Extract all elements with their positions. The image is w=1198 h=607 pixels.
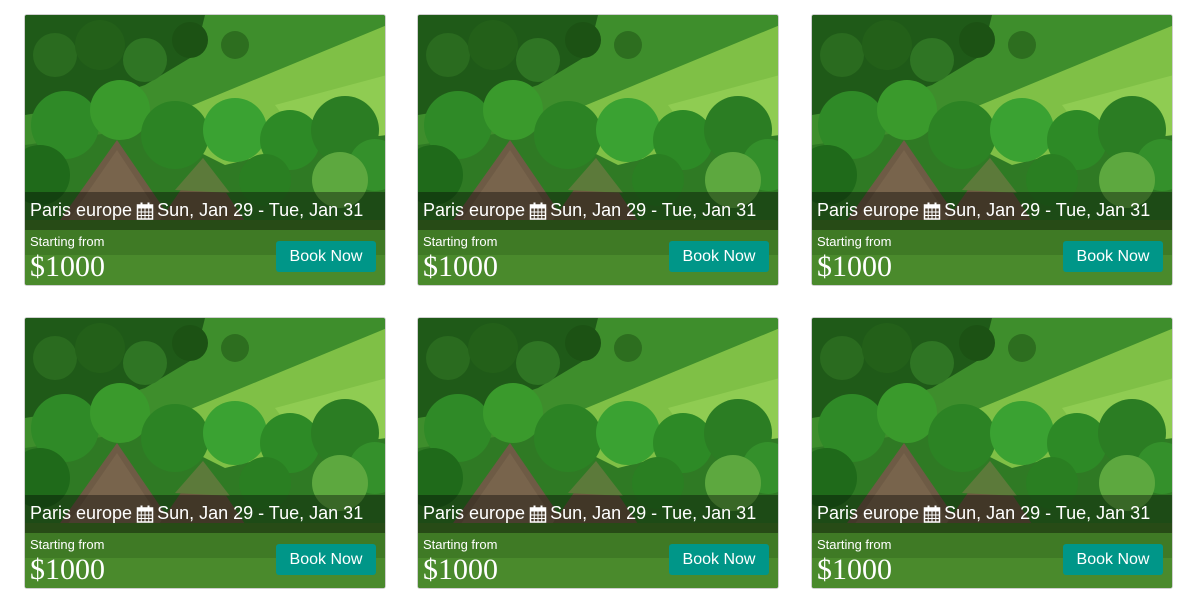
book-now-button[interactable]: Book Now: [276, 544, 376, 575]
starting-from-label: Starting from: [817, 537, 892, 552]
trip-summary: Paris europe Sun, Jan 29 - Tue, Jan 31: [423, 503, 756, 524]
book-now-button[interactable]: Book Now: [669, 544, 769, 575]
tour-card: Paris europe Sun, Jan 29 - Tue, Jan 31 S…: [417, 14, 779, 286]
tour-card: Paris europe Sun, Jan 29 - Tue, Jan 31 S…: [811, 14, 1173, 286]
tour-card: Paris europe Sun, Jan 29 - Tue, Jan 31 S…: [811, 317, 1173, 589]
book-now-button[interactable]: Book Now: [1063, 544, 1163, 575]
date-range: Sun, Jan 29 - Tue, Jan 31: [944, 200, 1151, 220]
date-range: Sun, Jan 29 - Tue, Jan 31: [944, 503, 1151, 523]
destination-label: Paris europe: [817, 200, 920, 220]
destination-label: Paris europe: [817, 503, 920, 523]
price: $1000: [423, 250, 498, 283]
price: $1000: [30, 553, 105, 586]
calendar-icon: [529, 505, 547, 523]
destination-label: Paris europe: [423, 503, 526, 523]
price: $1000: [30, 250, 105, 283]
tour-card: Paris europe Sun, Jan 29 - Tue, Jan 31 S…: [24, 14, 386, 286]
date-range: Sun, Jan 29 - Tue, Jan 31: [157, 200, 364, 220]
destination-label: Paris europe: [30, 200, 133, 220]
calendar-icon: [529, 202, 547, 220]
date-range: Sun, Jan 29 - Tue, Jan 31: [550, 200, 757, 220]
price: $1000: [423, 553, 498, 586]
book-now-button[interactable]: Book Now: [276, 241, 376, 272]
book-now-button[interactable]: Book Now: [669, 241, 769, 272]
destination-label: Paris europe: [423, 200, 526, 220]
calendar-icon: [136, 505, 154, 523]
tour-card: Paris europe Sun, Jan 29 - Tue, Jan 31 S…: [24, 317, 386, 589]
starting-from-label: Starting from: [30, 537, 105, 552]
date-range: Sun, Jan 29 - Tue, Jan 31: [550, 503, 757, 523]
trip-summary: Paris europe Sun, Jan 29 - Tue, Jan 31: [423, 200, 756, 221]
starting-from-label: Starting from: [817, 234, 892, 249]
starting-from-label: Starting from: [30, 234, 105, 249]
trip-summary: Paris europe Sun, Jan 29 - Tue, Jan 31: [817, 503, 1150, 524]
trip-summary: Paris europe Sun, Jan 29 - Tue, Jan 31: [30, 503, 363, 524]
book-now-button[interactable]: Book Now: [1063, 241, 1163, 272]
starting-from-label: Starting from: [423, 234, 498, 249]
calendar-icon: [923, 505, 941, 523]
calendar-icon: [923, 202, 941, 220]
tour-card-grid: Paris europe Sun, Jan 29 - Tue, Jan 31 S…: [0, 0, 1198, 607]
trip-summary: Paris europe Sun, Jan 29 - Tue, Jan 31: [817, 200, 1150, 221]
starting-from-label: Starting from: [423, 537, 498, 552]
destination-label: Paris europe: [30, 503, 133, 523]
trip-summary: Paris europe Sun, Jan 29 - Tue, Jan 31: [30, 200, 363, 221]
date-range: Sun, Jan 29 - Tue, Jan 31: [157, 503, 364, 523]
calendar-icon: [136, 202, 154, 220]
price: $1000: [817, 553, 892, 586]
tour-card: Paris europe Sun, Jan 29 - Tue, Jan 31 S…: [417, 317, 779, 589]
price: $1000: [817, 250, 892, 283]
